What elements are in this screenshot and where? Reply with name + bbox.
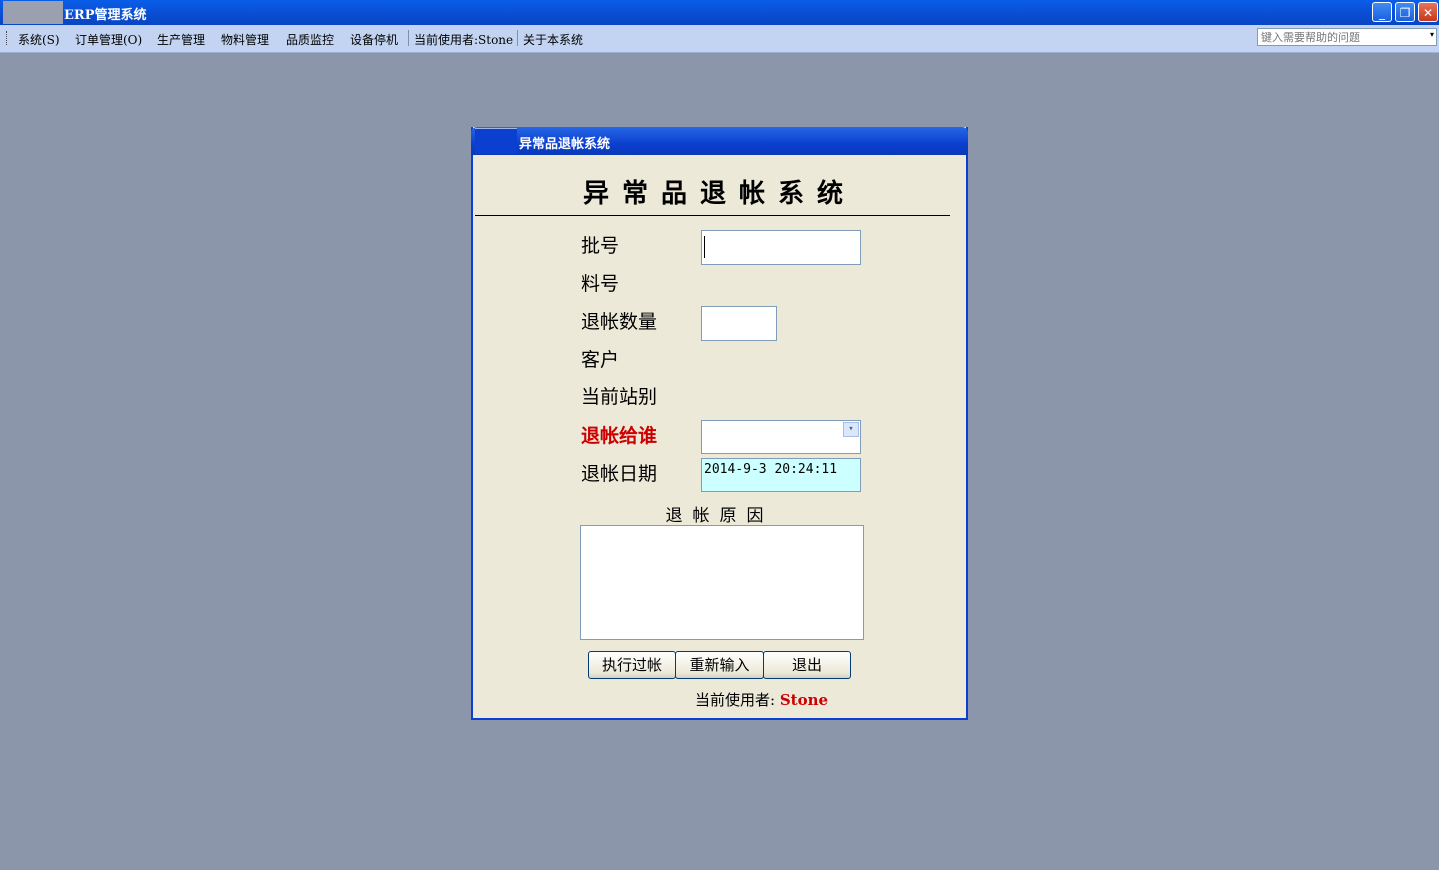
heading-divider (475, 215, 950, 216)
help-search-box[interactable]: ▾ (1257, 28, 1437, 46)
material-label: 料号 (581, 273, 620, 295)
app-icon (3, 1, 63, 24)
reason-textarea[interactable] (580, 525, 864, 640)
text-caret (704, 236, 705, 258)
quantity-input[interactable] (701, 306, 777, 341)
menu-orders[interactable]: 订单管理(O) (75, 31, 142, 48)
chevron-down-icon[interactable]: ▾ (1430, 30, 1434, 39)
reason-label: 退帐原因 (665, 506, 774, 526)
dialog-icon (475, 128, 517, 154)
current-user-name: Stone (779, 691, 829, 709)
dialog-title: 异常品退帐系统 (519, 137, 611, 152)
current-user-line: 当前使用者: Stone (695, 689, 828, 710)
app-title: ERP管理系统 (64, 8, 147, 23)
reset-button[interactable]: 重新输入 (675, 651, 764, 679)
return-dialog: 异常品退帐系统 异常品退帐系统 批号 料号 退帐数量 客户 当前站别 退帐给谁 … (471, 127, 968, 720)
menu-equipment-downtime[interactable]: 设备停机 (350, 31, 398, 48)
help-search-input[interactable] (1258, 29, 1424, 45)
close-button[interactable]: ✕ (1418, 2, 1438, 22)
batch-label: 批号 (581, 235, 620, 257)
menu-system[interactable]: 系统(S) (18, 31, 60, 48)
menu-about[interactable]: 关于本系统 (523, 31, 583, 48)
minimize-button[interactable]: _ (1372, 2, 1392, 22)
exit-button[interactable]: 退出 (763, 651, 851, 679)
menu-current-user[interactable]: 当前使用者:Stone (414, 31, 513, 48)
toolbar-grip[interactable] (6, 31, 9, 45)
return-to-label: 退帐给谁 (581, 425, 658, 447)
menu-quality[interactable]: 品质监控 (286, 31, 334, 48)
menu-production[interactable]: 生产管理 (157, 31, 205, 48)
menu-materials[interactable]: 物料管理 (221, 31, 269, 48)
quantity-label: 退帐数量 (581, 311, 658, 333)
date-label: 退帐日期 (581, 463, 658, 485)
menu-bar: 系统(S) 订单管理(O) 生产管理 物料管理 品质监控 设备停机 当前使用者:… (0, 25, 1439, 53)
execute-post-button[interactable]: 执行过帐 (588, 651, 676, 679)
customer-label: 客户 (581, 349, 620, 371)
batch-input[interactable] (701, 230, 861, 265)
menu-separator (408, 30, 409, 46)
main-titlebar: ERP管理系统 _ ❐ ✕ (0, 0, 1439, 25)
restore-button[interactable]: ❐ (1395, 2, 1415, 22)
return-date-field[interactable]: 2014-9-3 20:24:11 (701, 458, 861, 492)
chevron-down-icon[interactable]: ▾ (843, 422, 859, 437)
station-label: 当前站别 (581, 386, 658, 408)
form-heading: 异常品退帐系统 (582, 179, 856, 209)
return-to-select[interactable]: ▾ (701, 420, 861, 454)
menu-separator (517, 30, 518, 46)
dialog-titlebar[interactable]: 异常品退帐系统 (471, 127, 968, 155)
current-user-prefix: 当前使用者: (695, 691, 776, 709)
